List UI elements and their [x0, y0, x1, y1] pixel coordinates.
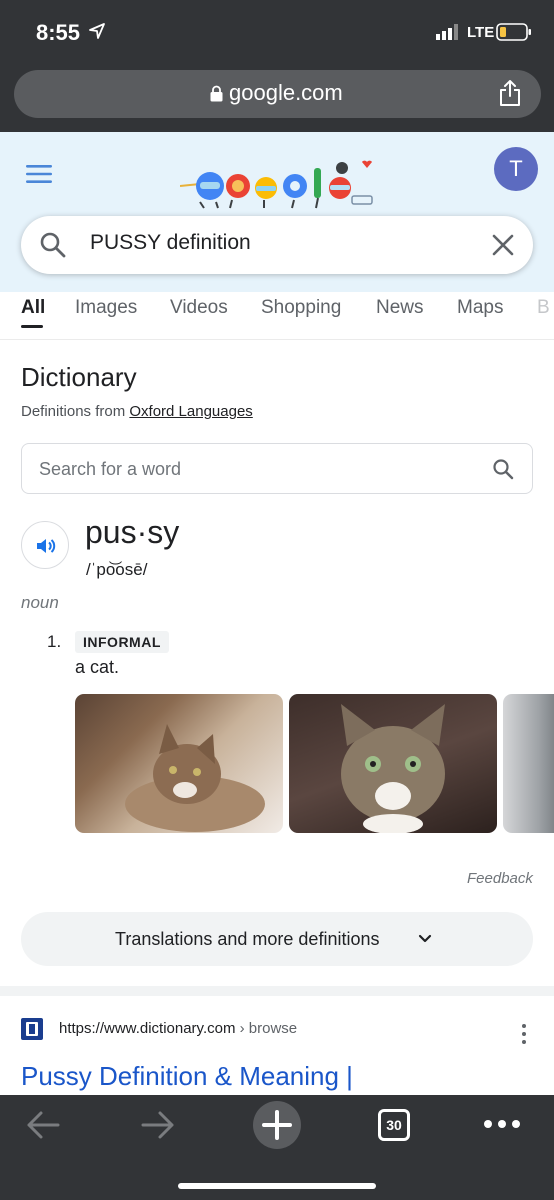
hamburger-menu-icon[interactable]: [26, 164, 54, 184]
back-arrow-icon[interactable]: [25, 1109, 61, 1141]
share-icon[interactable]: [498, 79, 522, 107]
status-bar: 8:55 LTE: [0, 0, 554, 66]
forward-arrow-icon[interactable]: [140, 1109, 176, 1141]
search-query[interactable]: PUSSY definition: [90, 231, 251, 255]
google-doodle-logo[interactable]: [180, 158, 376, 210]
search-icon[interactable]: [492, 458, 514, 480]
clear-icon[interactable]: [491, 233, 515, 257]
battery-icon: [496, 23, 531, 41]
search-tabs: All Images Videos Shopping News Maps B: [0, 292, 554, 340]
tab-images[interactable]: Images: [75, 297, 137, 319]
tab-all[interactable]: All: [21, 297, 45, 319]
speaker-icon: [37, 539, 56, 553]
result-title-link[interactable]: Pussy Definition & Meaning |: [21, 1061, 353, 1092]
chevron-down-icon: [418, 934, 432, 943]
tab-maps[interactable]: Maps: [457, 297, 503, 319]
feedback-link[interactable]: Feedback: [467, 870, 533, 887]
dictionary-title: Dictionary: [21, 362, 137, 392]
new-tab-button[interactable]: [253, 1101, 301, 1149]
tab-videos[interactable]: Videos: [170, 297, 228, 319]
location-arrow-icon: [89, 23, 105, 39]
dictionary-source-prefix: Definitions from: [21, 403, 130, 420]
dictionary-com-favicon: [21, 1018, 43, 1040]
browser-chrome: 8:55 LTE google.com: [0, 0, 554, 132]
search-box[interactable]: PUSSY definition: [21, 216, 533, 274]
active-tab-indicator: [21, 325, 43, 328]
search-header: T PUSSY definition: [0, 132, 554, 292]
signal-icon: [436, 24, 458, 40]
search-icon: [40, 232, 66, 258]
plus-icon: [262, 1110, 292, 1140]
browser-toolbar: 30: [0, 1095, 554, 1200]
translations-more-label: Translations and more definitions: [115, 929, 380, 949]
cat-image-2[interactable]: [289, 694, 497, 833]
translations-more-button[interactable]: Translations and more definitions: [21, 912, 533, 966]
result-url[interactable]: https://www.dictionary.com › browse: [59, 1020, 297, 1037]
more-options-icon[interactable]: [518, 1023, 530, 1045]
word-search-placeholder: Search for a word: [39, 459, 182, 479]
lock-icon: [210, 85, 223, 102]
section-divider: [0, 986, 554, 996]
register-label: INFORMAL: [75, 631, 169, 653]
result-breadcrumb: › browse: [235, 1020, 298, 1037]
tab-switcher-button[interactable]: 30: [378, 1109, 410, 1141]
cat-image-1[interactable]: [75, 694, 283, 833]
address-bar[interactable]: google.com: [14, 70, 541, 118]
dictionary-source: Definitions from Oxford Languages: [21, 403, 253, 420]
part-of-speech: noun: [21, 593, 59, 612]
home-indicator: [178, 1183, 376, 1189]
word-search-input[interactable]: Search for a word: [21, 443, 533, 494]
definition-text: a cat.: [75, 657, 120, 677]
pronunciation: /ˈpo͝osē/: [86, 560, 148, 579]
oxford-languages-link[interactable]: Oxford Languages: [129, 403, 252, 420]
tab-news[interactable]: News: [376, 297, 424, 319]
sense-number: 1.: [47, 632, 62, 651]
result-url-domain: https://www.dictionary.com: [59, 1020, 236, 1037]
tab-shopping[interactable]: Shopping: [261, 297, 341, 319]
address-url: google.com: [229, 80, 343, 105]
more-menu-icon[interactable]: [483, 1117, 521, 1131]
pronounce-button[interactable]: [21, 521, 69, 569]
cat-image-3[interactable]: [503, 694, 554, 833]
account-avatar[interactable]: T: [494, 147, 538, 191]
network-type: LTE: [467, 24, 495, 41]
headword: pus·sy: [85, 514, 180, 550]
tab-books-truncated[interactable]: B: [537, 297, 550, 319]
status-time: 8:55: [36, 20, 81, 45]
